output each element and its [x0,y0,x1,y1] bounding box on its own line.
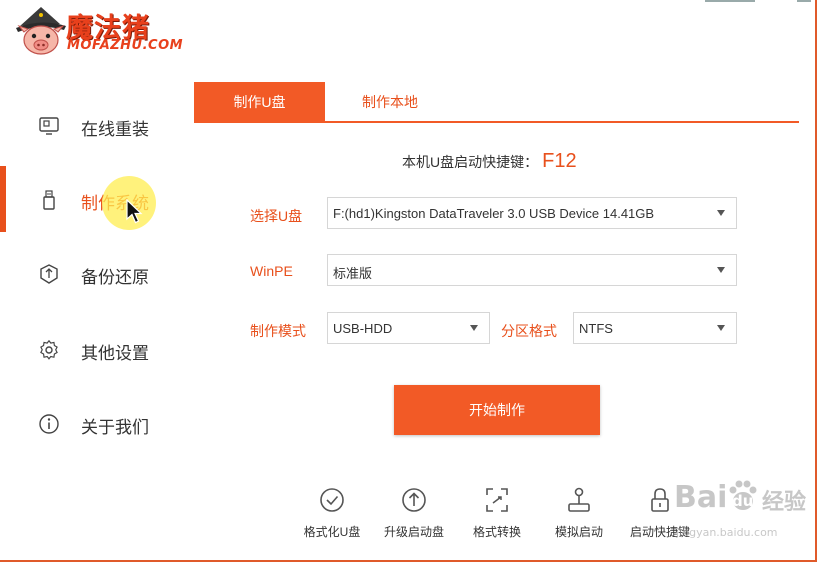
winpe-select[interactable]: 标准版 [327,254,737,286]
tab-underline [194,121,799,123]
usb-boot-hotkey: 本机U盘启动快捷键： F12 [402,150,577,174]
upload-circle-icon [402,488,426,512]
sidebar-item-other-settings[interactable]: 其他设置 [0,330,180,370]
usb-select-label: 选择U盘 [250,208,303,224]
winpe-value: 标准版 [333,266,373,281]
sidebar-item-label: 备份还原 [81,268,149,287]
sidebar-item-label: 在线重装 [81,120,149,139]
partition-format-label: 分区格式 [501,323,557,339]
usb-device-value: F:(hd1)Kingston DataTraveler 3.0 USB Dev… [333,206,655,221]
baidu-jingyan-watermark: Bai du 经验 jingyan.baidu.com [672,476,812,546]
info-icon [39,414,59,434]
hotkey-value: F12 [542,150,577,172]
watermark-brand: Bai [674,480,728,515]
tool-label: 模拟启动 [554,525,603,539]
format-usb-button[interactable]: 格式化U盘 [292,486,372,546]
tab-make-local[interactable]: 制作本地 [325,82,455,122]
pig-wizard-mascot-icon [16,7,66,55]
winpe-label: WinPE [250,263,293,279]
window-control-close[interactable] [797,0,811,2]
tab-make-usb[interactable]: 制作U盘 [194,82,325,122]
mouse-cursor-icon [126,199,143,224]
check-circle-icon [320,488,344,512]
upgrade-boot-disk-button[interactable]: 升级启动盘 [374,486,454,546]
watermark-brand-suffix: du [732,492,754,510]
lock-icon [651,488,669,512]
make-mode-select[interactable]: USB-HDD [327,312,490,344]
backup-restore-icon [40,264,58,284]
window-control-minimize[interactable] [705,0,755,2]
joystick-icon [568,487,590,512]
app-logo-url: MOFAZHU.COM [67,38,184,53]
usb-drive-icon [43,190,55,210]
partition-format-select[interactable]: NTFS [573,312,737,344]
sidebar-item-label: 关于我们 [81,418,149,437]
tab-bar: 制作U盘 制作本地 [194,82,799,123]
convert-icon [486,488,508,512]
gear-icon [40,339,58,360]
sidebar-item-about-us[interactable]: 关于我们 [0,404,180,444]
sidebar-item-online-reinstall[interactable]: 在线重装 [0,106,180,146]
simulate-boot-button[interactable]: 模拟启动 [539,486,619,546]
usb-device-select[interactable]: F:(hd1)Kingston DataTraveler 3.0 USB Dev… [327,197,737,229]
start-make-button[interactable]: 开始制作 [394,385,600,435]
watermark-url: jingyan.baidu.com [676,526,778,539]
tool-label: 格式化U盘 [303,525,361,539]
monitor-icon [39,117,59,135]
app-window: 魔法猪 MOFAZHU.COM 在线重装 制作系统 备份还原 [0,0,817,562]
tool-label: 格式转换 [472,525,521,539]
sidebar-item-backup-restore[interactable]: 备份还原 [0,254,180,294]
make-mode-label: 制作模式 [250,323,306,339]
watermark-cn: 经验 [762,490,807,515]
hotkey-label: 本机U盘启动快捷键： [402,154,539,170]
chevron-down-icon [717,267,725,273]
chevron-down-icon [470,325,478,331]
sidebar-item-label: 其他设置 [81,344,149,363]
partition-format-value: NTFS [579,321,613,336]
tool-label: 升级启动盘 [383,525,444,539]
chevron-down-icon [717,325,725,331]
format-convert-button[interactable]: 格式转换 [457,486,537,546]
chevron-down-icon [717,210,725,216]
make-mode-value: USB-HDD [333,321,393,336]
app-logo: 魔法猪 MOFAZHU.COM [14,4,194,58]
